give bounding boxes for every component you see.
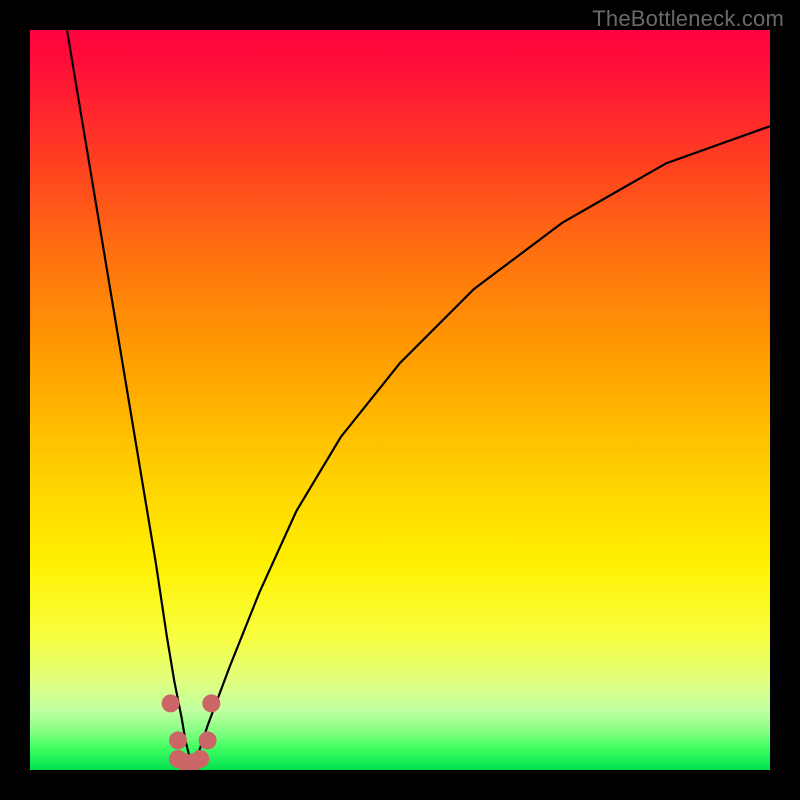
marker-point bbox=[162, 694, 180, 712]
marker-point bbox=[199, 731, 217, 749]
chart-svg bbox=[30, 30, 770, 770]
series-left-branch bbox=[67, 30, 193, 770]
marker-point bbox=[202, 694, 220, 712]
marker-point bbox=[169, 731, 187, 749]
watermark-text: TheBottleneck.com bbox=[592, 6, 784, 32]
series-right-branch bbox=[193, 126, 770, 770]
marker-point bbox=[191, 750, 209, 768]
curve-lines bbox=[67, 30, 770, 770]
marker-points bbox=[162, 694, 221, 770]
plot-area bbox=[30, 30, 770, 770]
chart-frame: TheBottleneck.com bbox=[0, 0, 800, 800]
